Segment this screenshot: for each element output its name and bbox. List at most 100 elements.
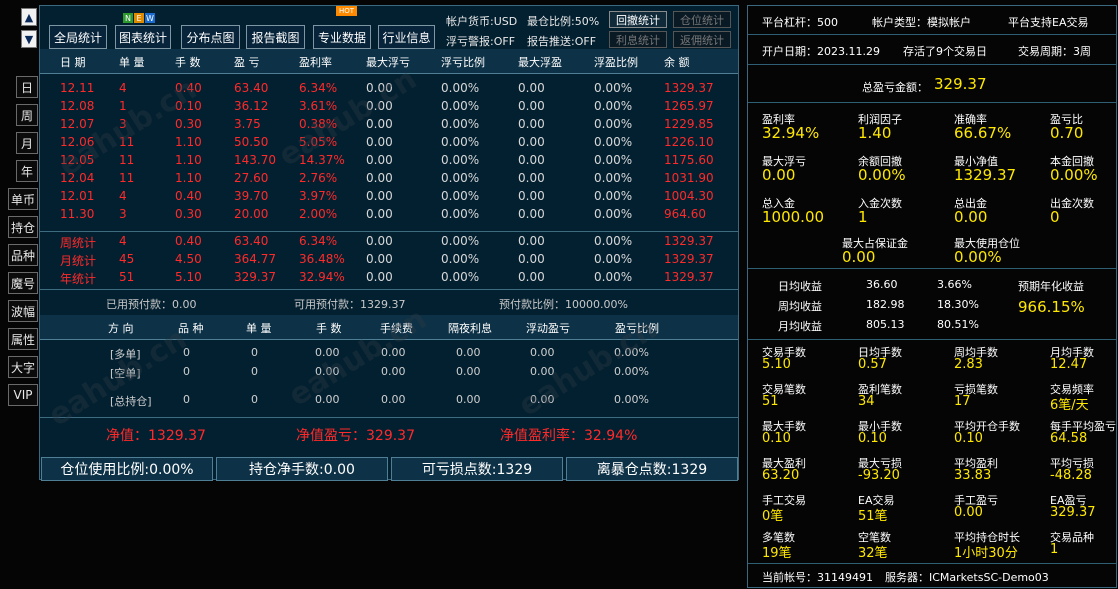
table-cell: [空单] <box>110 367 141 380</box>
sidebar-item-5[interactable]: 持仓 <box>8 216 38 238</box>
sidebar-item-label: 品种 <box>10 248 35 263</box>
sidebar-item-2[interactable]: 月 <box>16 132 38 154</box>
table-cell: 0.00 <box>530 346 555 359</box>
stat-value: -93.20 <box>858 468 900 483</box>
sidebar-item-3[interactable]: 年 <box>16 160 38 182</box>
column-header: 品 种 <box>178 322 204 335</box>
sidebar-item-7[interactable]: 魔号 <box>8 272 38 294</box>
main-panel: 全局统计 图表统计 N E W 分布点图 报告截图 专业数据 HOT 行业信息 … <box>39 5 739 481</box>
table-cell: 4.50 <box>175 252 202 266</box>
period-label: 日均收益 <box>778 280 822 293</box>
scroll-down-button[interactable]: ▼ <box>21 30 37 48</box>
table-cell: 0.00 <box>518 252 545 266</box>
table-cell: 0.00% <box>594 153 633 167</box>
column-header: 日 期 <box>60 56 86 69</box>
table-cell: 0.00% <box>441 99 480 113</box>
ea-support: 平台支持EA交易 <box>1008 16 1089 29</box>
table-cell: 0 <box>183 365 190 378</box>
table-cell: 0 <box>251 365 258 378</box>
table-cell: 2.76% <box>299 171 338 185</box>
table-cell: 1329.37 <box>664 270 714 284</box>
table-cell: 45 <box>119 252 135 266</box>
table-cell: 年统计 <box>60 272 97 286</box>
table-cell: 0.00 <box>456 393 481 406</box>
loss-tolerance-points: 可亏损点数:1329 <box>391 457 563 481</box>
positions-table-header: 方 向 品 种 单 量 手 数 手续费 隔夜利息 浮动盈亏 盈亏比例 <box>40 315 738 340</box>
column-header: 最大浮盈 <box>518 56 562 69</box>
position-row: [多单] 0 0 0.00 0.00 0.00 0.00 0.00% <box>40 344 738 362</box>
platform-leverage: 平台杠杆：500 <box>762 16 838 29</box>
table-cell: 0 <box>183 346 190 359</box>
stat-value: 12.47 <box>1050 357 1088 372</box>
sidebar-item-8[interactable]: 波幅 <box>8 300 38 322</box>
table-cell: 0.00 <box>381 346 406 359</box>
table-cell: [总持仓] <box>110 395 152 408</box>
table-cell: 0.00% <box>594 207 633 221</box>
position-row: [空单] 0 0 0.00 0.00 0.00 0.00 0.00% <box>40 363 738 381</box>
table-cell: 周统计 <box>60 236 97 250</box>
divider <box>748 339 1116 340</box>
stat-value: 0.00 <box>762 166 796 184</box>
stat-value: 0.00% <box>1050 166 1098 184</box>
rebate-stats-button[interactable]: 返佣统计 <box>673 31 731 48</box>
divider <box>748 563 1116 564</box>
table-cell: 51 <box>119 270 135 284</box>
sidebar-item-11[interactable]: VIP <box>8 384 38 406</box>
period-pct: 18.30% <box>937 298 979 311</box>
table-cell: 0.00% <box>614 393 649 406</box>
stat-value: 1小时30分 <box>954 546 1018 561</box>
column-header: 手 数 <box>316 322 342 335</box>
table-cell: 1329.37 <box>664 234 714 248</box>
sidebar-item-label: 属性 <box>10 332 35 347</box>
table-cell: 0.00% <box>614 346 649 359</box>
table-cell: 1004.30 <box>664 189 714 203</box>
drawdown-stats-button[interactable]: 回撤统计 <box>609 11 667 28</box>
global-stats-button[interactable]: 全局统计 <box>49 25 107 49</box>
column-header: 单 量 <box>246 322 272 335</box>
divider <box>748 102 1116 103</box>
period-value: 805.13 <box>866 318 905 331</box>
industry-info-button[interactable]: 行业信息 <box>378 25 435 49</box>
table-cell: 0.40 <box>175 81 202 95</box>
table-cell: 0.00% <box>441 189 480 203</box>
table-cell: 27.60 <box>234 171 269 185</box>
margin-call-points: 离暴仓点数:1329 <box>566 457 738 481</box>
distribution-chart-button[interactable]: 分布点图 <box>181 25 240 49</box>
column-header: 最大浮亏 <box>366 56 410 69</box>
table-cell: 1226.10 <box>664 135 714 149</box>
chart-stats-button[interactable]: 图表统计 <box>115 25 171 49</box>
table-cell: 3.61% <box>299 99 338 113</box>
scroll-up-button[interactable]: ▲ <box>21 8 37 26</box>
table-cell: 964.60 <box>664 207 706 221</box>
table-cell: 0.10 <box>175 99 202 113</box>
table-cell: 20.00 <box>234 207 269 221</box>
interest-stats-button[interactable]: 利息统计 <box>609 31 667 48</box>
column-header: 浮动盈亏 <box>526 322 570 335</box>
position-stats-button[interactable]: 仓位统计 <box>673 11 731 28</box>
divider <box>748 64 1116 65</box>
table-cell: 0.00% <box>594 81 633 95</box>
sidebar-item-9[interactable]: 属性 <box>8 328 38 350</box>
sidebar-item-label: 月 <box>20 136 33 151</box>
sidebar-item-1[interactable]: 周 <box>16 104 38 126</box>
sidebar-item-0[interactable]: 日 <box>16 76 38 98</box>
sidebar-item-4[interactable]: 单币 <box>8 188 38 210</box>
table-cell: 0.40 <box>175 189 202 203</box>
report-screenshot-button[interactable]: 报告截图 <box>246 25 305 49</box>
table-cell: 0.00 <box>315 365 340 378</box>
table-cell: 1329.37 <box>664 81 714 95</box>
sidebar-item-6[interactable]: 品种 <box>8 244 38 266</box>
column-header: 浮盈比例 <box>594 56 638 69</box>
table-row: 12.07 3 0.30 3.75 0.38% 0.00 0.00% 0.00 0.00% 122… <box>40 115 738 133</box>
table-cell: 39.70 <box>234 189 269 203</box>
stat-value: 0 <box>1050 208 1060 226</box>
table-cell: 0.00 <box>366 234 393 248</box>
sidebar-item-10[interactable]: 大字 <box>8 356 38 378</box>
table-cell: 0.00 <box>518 207 545 221</box>
stat-value: 32笔 <box>858 546 888 561</box>
stat-value: 0.00% <box>858 166 906 184</box>
sidebar-item-label: 周 <box>20 108 33 123</box>
pro-data-button[interactable]: 专业数据 <box>313 25 371 49</box>
table-cell: 3 <box>119 117 127 131</box>
table-cell: 12.11 <box>60 81 95 95</box>
